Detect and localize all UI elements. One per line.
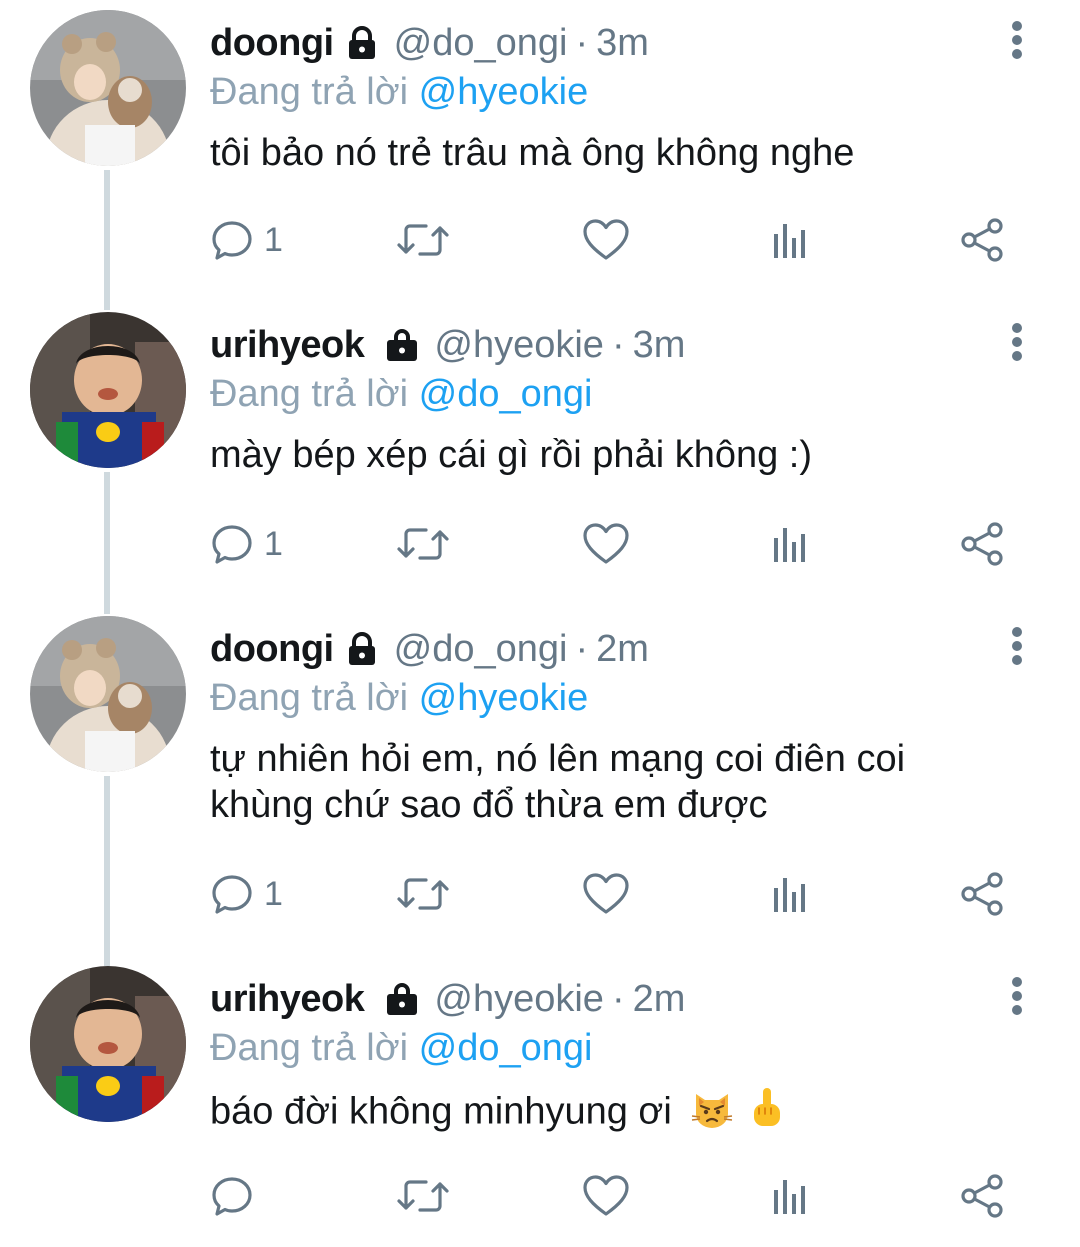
pouting-cat-emoji — [690, 1086, 734, 1141]
retweet-icon — [397, 878, 449, 910]
reply-target-link[interactable]: @hyeokie — [419, 71, 589, 113]
more-vertical-icon[interactable] — [1000, 320, 1034, 364]
tweet-text-content: báo đời không minhyung ơi — [210, 1090, 672, 1133]
retweet-icon — [397, 224, 449, 256]
lock-icon — [344, 631, 380, 667]
tweet-text: báo đời không minhyung ơi — [210, 1086, 1030, 1141]
retweet-button[interactable] — [396, 514, 450, 574]
reply-icon — [212, 1177, 252, 1216]
avatar[interactable] — [30, 616, 186, 772]
tweet-text: mày bép xép cái gì rồi phải không :) — [210, 434, 813, 476]
timestamp[interactable]: 3m — [596, 18, 649, 68]
stats-icon — [774, 878, 805, 912]
retweet-button[interactable] — [396, 1166, 450, 1226]
replying-to-label: Đang trả lời — [210, 1027, 409, 1069]
share-icon — [961, 872, 1003, 916]
reply-icon — [212, 525, 252, 564]
timestamp[interactable]: 3m — [633, 320, 686, 370]
hand-gesture-emoji — [749, 1086, 785, 1141]
display-name[interactable]: doongi — [210, 624, 334, 674]
handle[interactable]: @hyeokie — [434, 320, 604, 370]
handle[interactable]: @do_ongi — [394, 18, 568, 68]
more-vertical-icon[interactable] — [1000, 974, 1034, 1018]
replying-to-label: Đang trả lời — [210, 373, 409, 415]
tweet-actions: 1 — [210, 514, 1020, 574]
replying-to: Đang trả lời @do_ongi — [210, 1024, 593, 1072]
reply-icon — [212, 221, 252, 260]
retweet-icon — [397, 1180, 449, 1212]
retweet-button[interactable] — [396, 210, 450, 270]
timestamp[interactable]: 2m — [633, 974, 686, 1024]
replying-to: Đang trả lời @hyeokie — [210, 674, 588, 722]
heart-icon — [583, 219, 629, 260]
share-button[interactable] — [958, 864, 1006, 924]
reply-target-link[interactable]: @do_ongi — [419, 1027, 593, 1069]
handle[interactable]: @do_ongi — [394, 624, 568, 674]
like-button[interactable] — [582, 514, 630, 574]
tweet[interactable]: doongi @do_ongi · 3m Đang trả lời @hyeok… — [0, 0, 1080, 300]
retweet-button[interactable] — [396, 864, 450, 924]
heart-icon — [583, 523, 629, 564]
stats-button[interactable] — [770, 864, 810, 924]
tweet-text: tự nhiên hỏi em, nó lên mạng coi điên co… — [210, 738, 906, 826]
like-button[interactable] — [582, 210, 630, 270]
reply-button[interactable]: 1 — [210, 210, 283, 270]
reply-button[interactable]: 1 — [210, 514, 283, 574]
stats-button[interactable] — [770, 1166, 810, 1226]
share-icon — [961, 522, 1003, 566]
share-icon — [961, 1174, 1003, 1218]
tweet-actions: 1 — [210, 210, 1020, 270]
stats-icon — [774, 224, 805, 258]
share-button[interactable] — [958, 210, 1006, 270]
reply-count: 1 — [264, 524, 283, 563]
display-name[interactable]: urihyeok — [210, 974, 365, 1024]
separator: · — [575, 22, 589, 64]
stats-button[interactable] — [770, 210, 810, 270]
avatar[interactable] — [30, 10, 186, 166]
reply-icon — [212, 875, 252, 914]
display-name[interactable]: doongi — [210, 18, 334, 68]
tweet-actions — [210, 1166, 1020, 1226]
like-button[interactable] — [582, 864, 630, 924]
heart-icon — [583, 873, 629, 914]
lock-icon — [384, 327, 420, 363]
reply-count: 1 — [264, 220, 283, 259]
retweet-icon — [397, 528, 449, 560]
tweet[interactable]: urihyeok @hyeokie · 2m Đang trả lời @do_… — [0, 956, 1080, 1246]
handle[interactable]: @hyeokie — [434, 974, 604, 1024]
timestamp[interactable]: 2m — [596, 624, 649, 674]
reply-count: 1 — [264, 874, 283, 913]
tweet[interactable]: doongi @do_ongi · 2m Đang trả lời @hyeok… — [0, 606, 1080, 950]
more-vertical-icon[interactable] — [1000, 624, 1034, 668]
separator: · — [611, 978, 625, 1020]
tweet[interactable]: urihyeok @hyeokie · 3m Đang trả lời @do_… — [0, 302, 1080, 602]
reply-target-link[interactable]: @do_ongi — [419, 373, 593, 415]
replying-to-label: Đang trả lời — [210, 71, 409, 113]
lock-icon — [384, 981, 420, 1017]
stats-button[interactable] — [770, 514, 810, 574]
share-button[interactable] — [958, 1166, 1006, 1226]
avatar[interactable] — [30, 966, 186, 1122]
replying-to: Đang trả lời @do_ongi — [210, 370, 593, 418]
replying-to: Đang trả lời @hyeokie — [210, 68, 588, 116]
reply-button[interactable] — [210, 1166, 264, 1226]
stats-icon — [774, 1180, 805, 1214]
separator: · — [611, 324, 625, 366]
separator: · — [575, 628, 589, 670]
share-icon — [961, 218, 1003, 262]
tweet-text: tôi bảo nó trẻ trâu mà ông không nghe — [210, 132, 855, 174]
reply-button[interactable]: 1 — [210, 864, 283, 924]
reply-target-link[interactable]: @hyeokie — [419, 677, 589, 719]
heart-icon — [583, 1175, 629, 1216]
display-name[interactable]: urihyeok — [210, 320, 365, 370]
stats-icon — [774, 528, 805, 562]
tweet-actions: 1 — [210, 864, 1020, 924]
lock-icon — [344, 25, 380, 61]
avatar[interactable] — [30, 312, 186, 468]
like-button[interactable] — [582, 1166, 630, 1226]
share-button[interactable] — [958, 514, 1006, 574]
replying-to-label: Đang trả lời — [210, 677, 409, 719]
more-vertical-icon[interactable] — [1000, 18, 1034, 62]
